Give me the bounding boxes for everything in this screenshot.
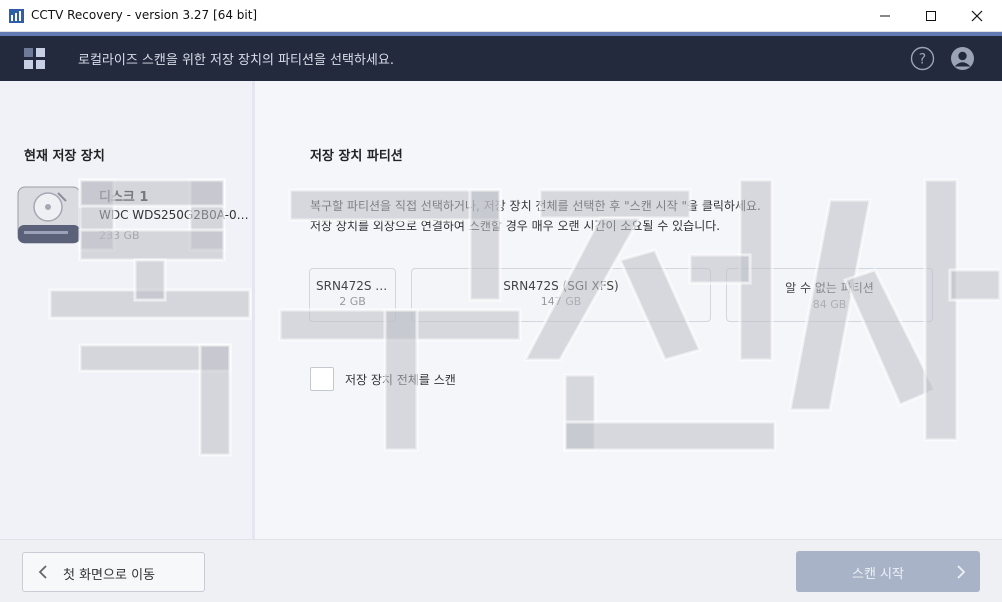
- svg-text:?: ?: [919, 52, 926, 68]
- title-bar: CCTV Recovery - version 3.27 [64 bit]: [0, 0, 1002, 32]
- instruction-line-2: 저장 장치를 외장으로 연결하여 스캔할 경우 매우 오랜 시간이 소요될 수 …: [310, 219, 721, 233]
- device-panel-heading: 현재 저장 장치: [24, 149, 105, 164]
- partition-size: 147 GB: [540, 295, 582, 308]
- close-icon: [971, 10, 983, 22]
- scan-whole-device-label[interactable]: 저장 장치 전체를 스캔: [345, 371, 456, 388]
- disk-name: 디스크 1: [99, 190, 149, 205]
- partition-card-2[interactable]: SRN472S (SGI XFS) 147 GB: [411, 268, 711, 322]
- chevron-right-icon: [957, 565, 966, 579]
- hard-disk-icon: [17, 186, 81, 244]
- top-header: 로컬라이즈 스캔을 위한 저장 장치의 파티션을 선택하세요. ?: [0, 36, 1002, 81]
- disk-size: 233 GB: [99, 229, 140, 242]
- instruction-line-1: 복구할 파티션을 직접 선택하거나, 저장 장치 전체를 선택한 후 "스캔 시…: [310, 199, 761, 213]
- help-icon[interactable]: ?: [910, 46, 935, 71]
- app-icon: [9, 9, 24, 23]
- partition-name: SRN472S (NTFS): [316, 279, 395, 293]
- partition-size: 84 GB: [812, 298, 847, 311]
- close-button[interactable]: [954, 0, 1000, 32]
- partition-card-3[interactable]: 알 수 없는 파티션 84 GB: [726, 268, 933, 322]
- partition-card-1[interactable]: SRN472S (NTFS) 2 GB: [309, 268, 396, 322]
- partition-name: 알 수 없는 파티션: [785, 281, 874, 295]
- partition-size: 2 GB: [339, 295, 366, 308]
- minimize-button[interactable]: [862, 0, 908, 32]
- device-panel: 현재 저장 장치 디스크 1 WDC WDS250G2B0A-00SM50 23…: [0, 81, 252, 539]
- chevron-left-icon: [38, 565, 47, 579]
- back-to-home-label: 첫 화면으로 이동: [63, 568, 155, 583]
- start-scan-button[interactable]: 스캔 시작: [796, 551, 980, 592]
- partition-panel: 저장 장치 파티션 복구할 파티션을 직접 선택하거나, 저장 장치 전체를 선…: [255, 81, 1002, 539]
- maximize-icon: [926, 11, 936, 21]
- header-instruction: 로컬라이즈 스캔을 위한 저장 장치의 파티션을 선택하세요.: [78, 53, 394, 68]
- back-to-home-button[interactable]: 첫 화면으로 이동: [22, 552, 205, 592]
- start-scan-label: 스캔 시작: [852, 567, 904, 582]
- footer-bar: 첫 화면으로 이동 스캔 시작: [0, 539, 1002, 602]
- minimize-icon: [880, 15, 890, 17]
- partition-name: SRN472S (SGI XFS): [503, 279, 619, 293]
- user-icon[interactable]: [950, 46, 975, 71]
- grid-icon[interactable]: [24, 48, 46, 70]
- partition-panel-heading: 저장 장치 파티션: [310, 149, 403, 164]
- disk-item[interactable]: 디스크 1 WDC WDS250G2B0A-00SM50 233 GB: [12, 181, 252, 251]
- window-title: CCTV Recovery - version 3.27 [64 bit]: [31, 8, 258, 22]
- maximize-button[interactable]: [908, 0, 954, 32]
- disk-model: WDC WDS250G2B0A-00SM50: [99, 208, 251, 222]
- scan-whole-device-checkbox[interactable]: [310, 367, 334, 391]
